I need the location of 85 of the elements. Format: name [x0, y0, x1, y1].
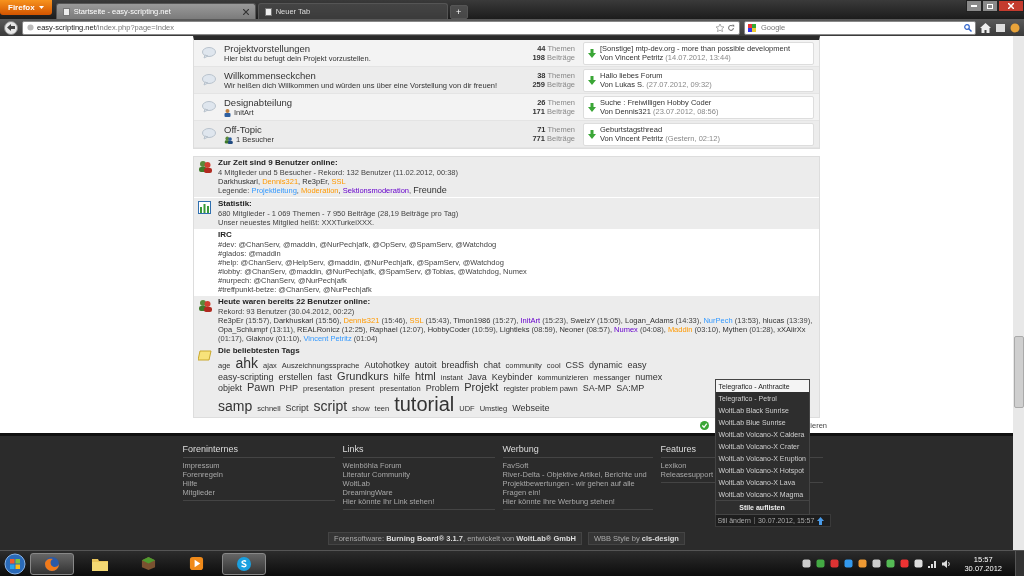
arrow-up-icon — [817, 516, 825, 525]
tag-link[interactable]: Projekt — [464, 382, 499, 394]
firefox-icon — [44, 555, 60, 572]
speech-bubble-icon — [202, 101, 216, 113]
check-icon — [700, 420, 710, 430]
start-icon — [4, 552, 26, 575]
online-title: Zur Zeit sind 9 Benutzer online: — [218, 158, 339, 168]
tag-link[interactable]: dynamic — [589, 361, 623, 371]
forum-title[interactable]: Willkommenseckchen — [224, 70, 505, 81]
tag-link[interactable]: Grundkurs — [337, 370, 389, 383]
back-button[interactable] — [4, 20, 18, 35]
tag-link[interactable]: easy-scripting — [218, 372, 274, 383]
tag-link[interactable]: hilfe — [393, 372, 410, 383]
page-icon — [264, 7, 272, 16]
cube-icon — [140, 556, 156, 571]
person-icon — [224, 108, 231, 117]
scrollbar[interactable] — [1013, 36, 1024, 550]
footer-heading: Links — [342, 444, 495, 458]
speech-bubble-icon — [202, 47, 216, 59]
taskbar-button[interactable] — [222, 552, 266, 575]
signal-icon — [928, 559, 938, 568]
tag-link[interactable]: Pawn — [247, 382, 275, 394]
page-icon — [62, 7, 70, 16]
maximize-button[interactable] — [982, 0, 998, 12]
folder-icon — [92, 556, 108, 571]
bar-chart-icon — [198, 201, 211, 214]
tag-link[interactable]: tutorial — [394, 393, 455, 415]
arrow-down-icon — [588, 48, 596, 58]
tag-link[interactable]: ahk — [235, 356, 259, 371]
skype-icon — [236, 555, 252, 572]
star-icon — [716, 23, 724, 32]
tag-link[interactable]: Java — [467, 372, 487, 383]
arrow-down-icon — [588, 75, 596, 85]
caret-icon — [38, 6, 44, 9]
tag-link[interactable]: Problem — [425, 384, 460, 394]
today-online-title: Heute waren bereits 22 Benutzer online: — [218, 297, 372, 307]
close-icon — [242, 8, 249, 15]
new-tab-button[interactable]: + — [449, 5, 468, 19]
users-icon — [198, 160, 212, 173]
forum-title[interactable]: Projektvorstellungen — [224, 43, 505, 54]
forum-title[interactable]: Off-Topic — [224, 124, 505, 135]
tag-link[interactable]: SA:MP — [616, 384, 645, 394]
speech-bubble-icon — [202, 74, 216, 86]
users-icon — [224, 135, 233, 144]
tag-link[interactable]: samp — [218, 398, 253, 414]
speech-bubble-icon — [202, 128, 216, 140]
footer-heading: Foreninternes — [182, 444, 335, 458]
arrow-down-icon — [588, 102, 596, 112]
tag-link[interactable]: Script — [285, 403, 309, 414]
tag-link[interactable]: html — [414, 370, 436, 383]
reload-icon — [727, 23, 735, 32]
tag-link[interactable]: breadfish — [441, 361, 479, 371]
search-icon — [964, 23, 972, 32]
tag-link[interactable]: Keybinder — [491, 372, 533, 383]
tag-link[interactable]: objekt — [218, 384, 243, 394]
tag-link[interactable]: Webseite — [512, 403, 550, 414]
statistics-title: Statistik: — [218, 199, 253, 209]
users-icon — [198, 299, 212, 312]
arrow-left-icon — [7, 24, 15, 31]
tag-link[interactable]: script — [313, 398, 348, 414]
tag-link[interactable]: easy — [627, 361, 647, 371]
home-icon — [980, 22, 991, 33]
google-icon — [748, 23, 756, 32]
media-player-icon — [188, 556, 204, 571]
minimize-icon — [971, 5, 977, 7]
irc-title: IRC — [218, 230, 233, 240]
close-icon — [1008, 3, 1014, 9]
tags-title: Die beliebtesten Tags — [218, 346, 301, 356]
arrow-down-icon — [588, 129, 596, 139]
tag-link[interactable]: CSS — [565, 361, 585, 371]
footer-heading: Werbung — [502, 444, 653, 458]
restore-icon — [987, 3, 993, 9]
tag-icon — [198, 350, 212, 361]
tag-link[interactable]: autoit — [414, 361, 437, 371]
tag-link[interactable]: fast — [317, 372, 333, 383]
tag-link[interactable]: PHP — [279, 384, 299, 394]
tag-link[interactable]: numex — [635, 372, 663, 383]
tag-link[interactable]: erstellen — [278, 372, 313, 383]
volume-icon — [942, 559, 952, 568]
tag-link[interactable]: Autohotkey — [364, 361, 410, 371]
close-button[interactable] — [998, 0, 1024, 12]
tag-link[interactable]: SA-MP — [582, 384, 612, 394]
forum-title[interactable]: Designabteilung — [224, 97, 505, 108]
tag-link[interactable]: chat — [483, 361, 501, 371]
minimize-button[interactable] — [966, 0, 982, 12]
